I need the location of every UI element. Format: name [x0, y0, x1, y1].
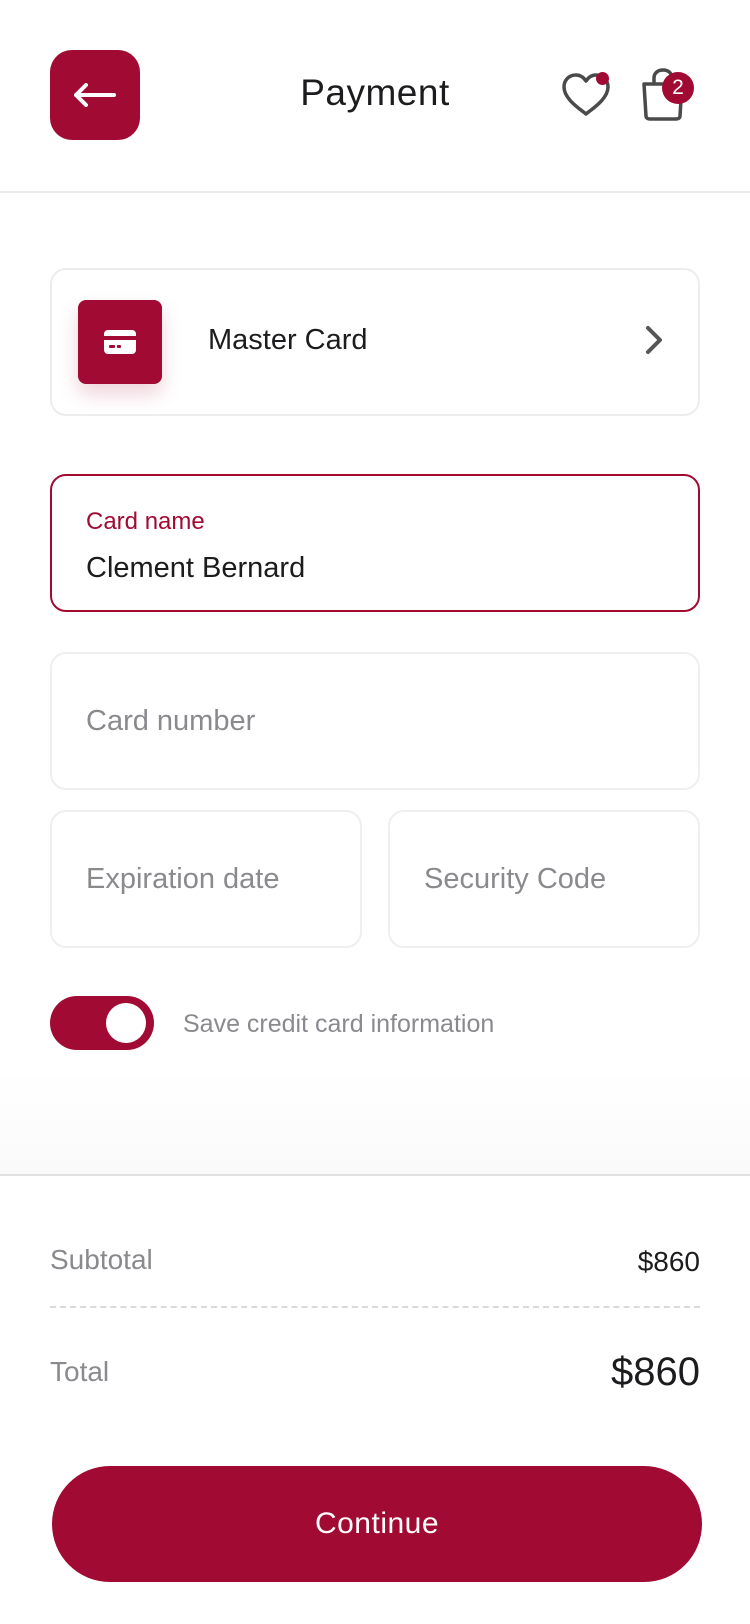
save-card-label: Save credit card information [183, 1010, 495, 1038]
payment-method-label: Master Card [208, 324, 368, 356]
security-code-field[interactable]: Security Code [388, 810, 700, 948]
payment-method-selector[interactable]: Master Card [50, 268, 700, 416]
expiration-date-field[interactable]: Expiration date [50, 810, 362, 948]
card-name-value[interactable]: Clement Bernard [86, 552, 305, 585]
subtotal-value: $860 [637, 1246, 700, 1277]
card-name-label: Card name [86, 508, 205, 535]
total-value: $860 [611, 1350, 700, 1394]
wishlist-indicator-dot [596, 72, 609, 85]
cart-count-badge: 2 [662, 72, 694, 104]
card-number-field[interactable]: Card number [50, 652, 700, 790]
credit-card-icon [104, 330, 136, 354]
save-card-toggle[interactable] [50, 996, 154, 1050]
toggle-knob [106, 1003, 146, 1043]
credit-card-icon-box [78, 300, 162, 384]
summary-divider [50, 1306, 700, 1308]
header: Payment 2 [0, 0, 750, 193]
expiration-date-placeholder: Expiration date [86, 862, 280, 895]
security-code-placeholder: Security Code [424, 862, 607, 895]
chevron-right-icon [646, 326, 662, 354]
card-number-placeholder: Card number [86, 704, 256, 737]
summary-shadow [0, 1070, 750, 1174]
total-label: Total [50, 1356, 110, 1387]
card-name-field[interactable]: Card name Clement Bernard [50, 474, 700, 612]
continue-button[interactable]: Continue [52, 1466, 702, 1582]
subtotal-label: Subtotal [50, 1244, 153, 1275]
